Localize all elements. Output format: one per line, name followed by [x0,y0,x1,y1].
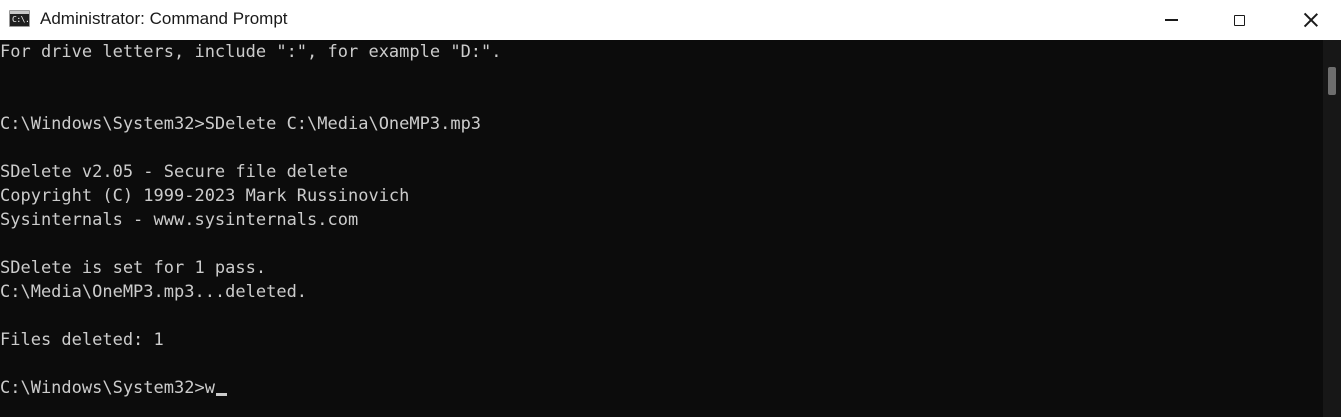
minimize-button[interactable] [1141,0,1201,40]
command-prompt-icon[interactable]: C:\. [9,10,30,27]
console-line: SDelete is set for 1 pass. [0,258,267,278]
title-bar[interactable]: C:\. Administrator: Command Prompt [0,0,1341,40]
command-prompt-icon-text: C:\. [12,15,30,24]
console-line: Copyright (C) 1999-2023 Mark Russinovich [0,186,410,206]
console-line: C:\Media\OneMP3.mp3...deleted. [0,282,308,302]
prompt-input-text: C:\Windows\System32>w [0,378,215,398]
console-output[interactable]: For drive letters, include ":", for exam… [0,40,1323,417]
close-icon [1303,12,1319,28]
maximize-icon [1233,14,1245,26]
vertical-scrollbar[interactable] [1323,40,1341,417]
console-line: C:\Windows\System32>SDelete C:\Media\One… [0,114,482,134]
scrollbar-thumb[interactable] [1328,67,1336,95]
maximize-button[interactable] [1209,0,1269,40]
close-button[interactable] [1281,0,1341,40]
console-line: For drive letters, include ":", for exam… [0,42,502,62]
command-prompt-window: C:\. Administrator: Command Prompt For d… [0,0,1341,417]
console-line: SDelete v2.05 - Secure file delete [0,162,348,182]
prompt-line[interactable]: C:\Windows\System32>w [0,376,227,400]
text-cursor [215,393,227,396]
window-title: Administrator: Command Prompt [40,9,288,28]
console-line: Sysinternals - www.sysinternals.com [0,210,359,230]
console-line: Files deleted: 1 [0,330,164,350]
minimize-icon [1164,19,1178,21]
